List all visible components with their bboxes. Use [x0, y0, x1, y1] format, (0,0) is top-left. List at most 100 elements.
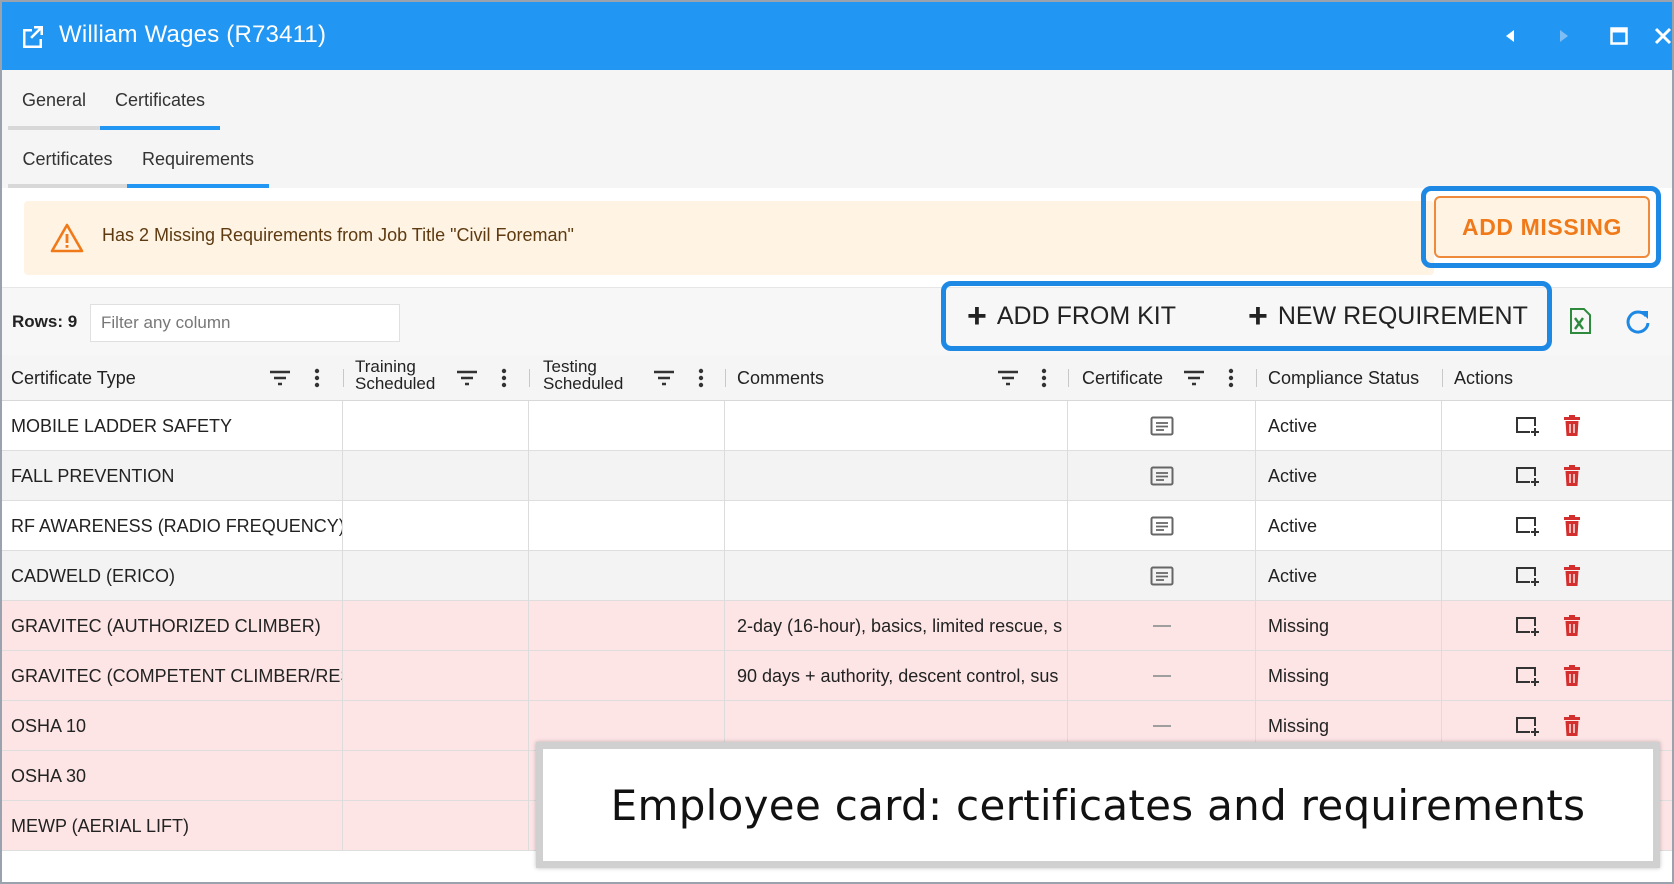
delete-icon[interactable]	[1563, 565, 1581, 587]
cell-actions	[1442, 551, 1672, 601]
header-label-line: Scheduled	[355, 374, 436, 393]
header-label: Training Scheduled	[355, 358, 435, 392]
plus-icon: +	[967, 297, 987, 335]
table-row[interactable]: RF AWARENESS (RADIO FREQUENCY) Active	[2, 501, 1672, 551]
excel-export-icon[interactable]	[1568, 308, 1592, 334]
filter-icon[interactable]	[653, 369, 675, 387]
missing-requirements-alert: Has 2 Missing Requirements from Job Titl…	[24, 201, 1434, 275]
edit-add-icon[interactable]	[1515, 515, 1541, 537]
maximize-icon[interactable]	[1605, 22, 1633, 50]
header-compliance-status[interactable]: Compliance Status	[1256, 355, 1442, 401]
document-icon[interactable]	[1150, 566, 1174, 586]
title-bar: William Wages (R73411)	[2, 2, 1672, 70]
cell-certificate-type: GRAVITEC (AUTHORIZED CLIMBER)	[2, 601, 343, 651]
cell-certificate-type: OSHA 30	[2, 751, 343, 801]
cell-testing	[529, 551, 725, 601]
tab-general[interactable]: General	[8, 70, 100, 130]
cell-comments	[725, 451, 1068, 501]
delete-icon[interactable]	[1563, 465, 1581, 487]
prev-record-icon[interactable]	[1496, 22, 1524, 50]
cell-training	[343, 651, 529, 701]
empty-dash-icon	[1153, 725, 1171, 727]
cell-testing	[529, 501, 725, 551]
delete-icon[interactable]	[1563, 615, 1581, 637]
delete-icon[interactable]	[1563, 515, 1581, 537]
document-icon[interactable]	[1150, 416, 1174, 436]
cell-certificate-type: MOBILE LADDER SAFETY	[2, 401, 343, 451]
open-in-new-icon[interactable]	[20, 23, 46, 49]
table-row[interactable]: GRAVITEC (COMPETENT CLIMBER/RESCU 90 days…	[2, 651, 1672, 701]
cell-training	[343, 801, 529, 851]
delete-icon[interactable]	[1563, 715, 1581, 737]
add-missing-button[interactable]: ADD MISSING	[1434, 196, 1650, 258]
cell-actions	[1442, 651, 1672, 701]
plus-icon: +	[1248, 297, 1268, 335]
header-testing-scheduled[interactable]: Testing Scheduled	[529, 355, 725, 401]
employee-card-window: William Wages (R73411) General Certifica…	[0, 0, 1674, 884]
next-record-icon[interactable]	[1550, 22, 1578, 50]
column-menu-icon[interactable]	[1041, 368, 1047, 388]
sub-tabs: Certificates Requirements	[2, 130, 1672, 188]
subtab-certificates[interactable]: Certificates	[8, 130, 127, 188]
table-header: Certificate Type Training Scheduled Testi…	[2, 355, 1672, 401]
edit-add-icon[interactable]	[1515, 715, 1541, 737]
cell-certificate	[1068, 551, 1256, 601]
table-row[interactable]: CADWELD (ERICO) Active	[2, 551, 1672, 601]
tab-certificates[interactable]: Certificates	[100, 70, 220, 130]
filter-icon[interactable]	[269, 369, 291, 387]
alert-message: Has 2 Missing Requirements from Job Titl…	[102, 225, 574, 245]
table-row[interactable]: FALL PREVENTION Active	[2, 451, 1672, 501]
filter-icon[interactable]	[456, 369, 478, 387]
cell-status: Active	[1256, 501, 1442, 551]
column-menu-icon[interactable]	[314, 368, 320, 388]
subtab-requirements[interactable]: Requirements	[127, 130, 269, 188]
add-from-kit-button[interactable]: + ADD FROM KIT	[967, 298, 1176, 334]
edit-add-icon[interactable]	[1515, 665, 1541, 687]
edit-add-icon[interactable]	[1515, 615, 1541, 637]
cell-training	[343, 701, 529, 751]
filter-input[interactable]	[90, 304, 400, 342]
delete-icon[interactable]	[1563, 665, 1581, 687]
edit-add-icon[interactable]	[1515, 415, 1541, 437]
button-label: ADD FROM KIT	[996, 301, 1177, 330]
button-label: NEW REQUIREMENT	[1277, 301, 1528, 330]
cell-certificate-type: CADWELD (ERICO)	[2, 551, 343, 601]
edit-add-icon[interactable]	[1515, 565, 1541, 587]
warning-icon	[50, 223, 84, 253]
delete-icon[interactable]	[1563, 415, 1581, 437]
tab-label: Requirements	[141, 148, 255, 169]
cell-training	[343, 401, 529, 451]
cell-status: Active	[1256, 551, 1442, 601]
edit-add-icon[interactable]	[1515, 465, 1541, 487]
cell-actions	[1442, 451, 1672, 501]
close-icon[interactable]	[1649, 22, 1672, 50]
new-requirement-button[interactable]: + NEW REQUIREMENT	[1248, 298, 1528, 334]
header-actions: Actions	[1442, 355, 1672, 401]
header-label: Certificate	[1082, 368, 1164, 388]
column-menu-icon[interactable]	[698, 368, 704, 388]
refresh-icon[interactable]	[1624, 308, 1652, 336]
column-menu-icon[interactable]	[1228, 368, 1234, 388]
cell-training	[343, 551, 529, 601]
cell-certificate-type: RF AWARENESS (RADIO FREQUENCY)	[2, 501, 343, 551]
header-certificate[interactable]: Certificate	[1068, 355, 1256, 401]
filter-icon[interactable]	[1183, 369, 1205, 387]
filter-icon[interactable]	[997, 369, 1019, 387]
cell-training	[343, 601, 529, 651]
cell-status: Missing	[1256, 601, 1442, 651]
cell-actions	[1442, 501, 1672, 551]
tab-indicator	[8, 184, 127, 188]
header-comments[interactable]: Comments	[725, 355, 1068, 401]
document-icon[interactable]	[1150, 466, 1174, 486]
column-menu-icon[interactable]	[501, 368, 507, 388]
cell-testing	[529, 651, 725, 701]
caption-banner: Employee card: certificates and requirem…	[536, 742, 1660, 868]
document-icon[interactable]	[1150, 516, 1174, 536]
table-row[interactable]: MOBILE LADDER SAFETY Active	[2, 401, 1672, 451]
tab-label: Certificates	[114, 89, 206, 110]
cell-testing	[529, 401, 725, 451]
table-row[interactable]: GRAVITEC (AUTHORIZED CLIMBER) 2-day (16-h…	[2, 601, 1672, 651]
rows-count: Rows: 9	[12, 312, 78, 331]
header-training-scheduled[interactable]: Training Scheduled	[343, 355, 529, 401]
header-certificate-type[interactable]: Certificate Type	[2, 355, 342, 401]
